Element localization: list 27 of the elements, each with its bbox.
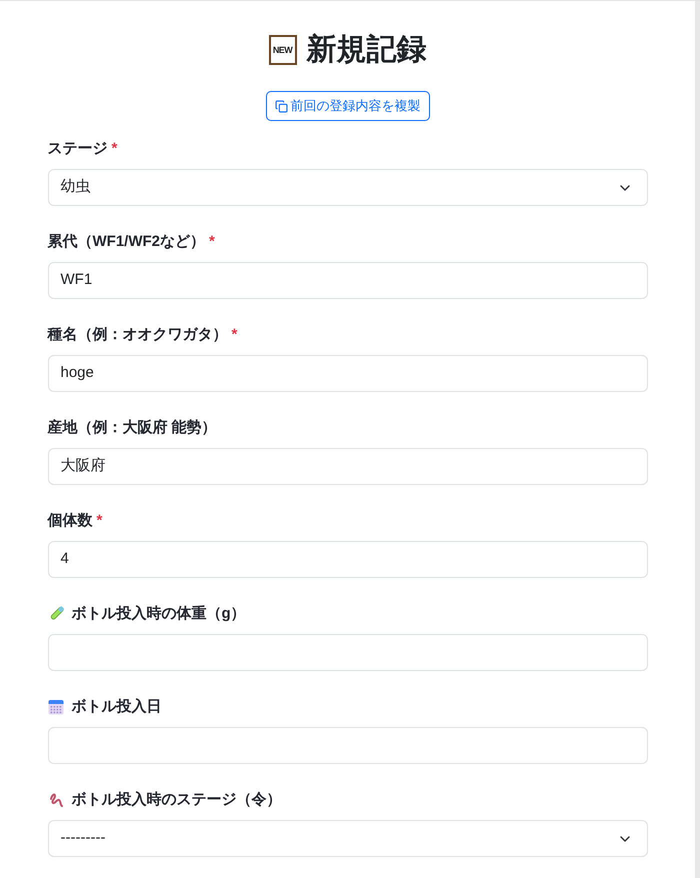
select-field[interactable]: --------- xyxy=(48,820,648,857)
worm-icon xyxy=(48,792,64,808)
field-label: 種名（例：オオクワガタ） xyxy=(48,325,228,345)
copy-button[interactable]: 前回の登録内容を複製 xyxy=(266,91,430,121)
field-label: 産地（例：大阪府 能勢） xyxy=(48,418,217,438)
field-label: 個体数 xyxy=(48,511,92,531)
required-mark: * xyxy=(112,139,118,159)
text-field[interactable]: 大阪府 xyxy=(48,448,648,485)
text-field[interactable]: hoge xyxy=(48,355,648,392)
field-label: ボトル投入日 xyxy=(72,697,162,717)
field-label: ボトル投入時の体重（g） xyxy=(72,604,246,624)
required-mark: * xyxy=(209,232,215,252)
text-field[interactable] xyxy=(48,727,648,764)
select-field[interactable]: 幼虫 xyxy=(48,169,648,206)
required-mark: * xyxy=(232,325,238,345)
required-mark: * xyxy=(96,511,102,531)
new-badge-icon: NEW xyxy=(268,35,296,65)
scrollbar-track[interactable] xyxy=(695,1,700,878)
text-field[interactable]: 4 xyxy=(48,541,648,578)
page-title: 新規記録 xyxy=(306,32,426,68)
field-label: ステージ xyxy=(48,139,108,159)
field-label: 累代（WF1/WF2など） xyxy=(48,232,205,252)
field-label: ボトル投入時のステージ（令） xyxy=(72,790,282,810)
copy-icon xyxy=(274,100,288,112)
calendar-icon xyxy=(48,699,64,715)
text-field[interactable] xyxy=(48,634,648,671)
text-field[interactable]: WF1 xyxy=(48,262,648,299)
